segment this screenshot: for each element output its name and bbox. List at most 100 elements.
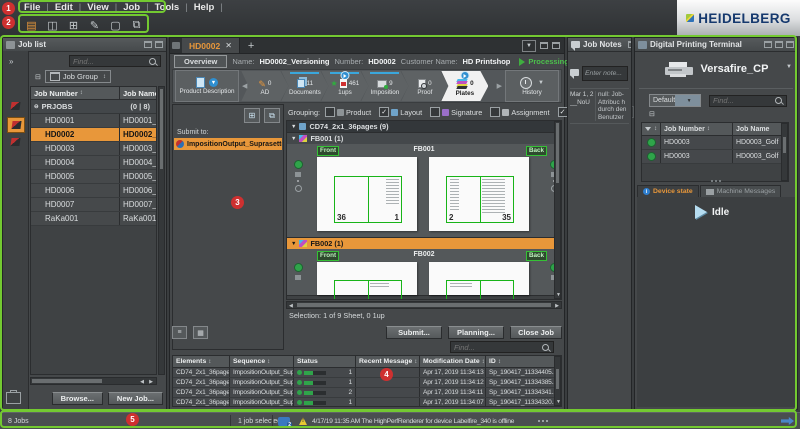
filter-flag-2-icon[interactable] bbox=[7, 117, 25, 133]
sheet-fb002-row[interactable]: ▼ FB002 (1) bbox=[287, 238, 561, 249]
grouping-option[interactable]: ✓ Signature bbox=[430, 107, 482, 117]
checkbox[interactable]: ✓ bbox=[558, 107, 568, 117]
result-row[interactable]: CD74_2x1_36pages -... ImpositionOutput_S… bbox=[173, 378, 561, 388]
submit-list-icon[interactable]: ⊞ bbox=[244, 108, 260, 123]
step-ad[interactable]: ✎ ★ 0 AD bbox=[241, 71, 288, 101]
result-row[interactable]: CD74_2x1_36pages -... ImpositionOutput_S… bbox=[173, 398, 561, 407]
zoom-icon[interactable] bbox=[295, 185, 302, 192]
search-icon[interactable] bbox=[542, 344, 549, 351]
col-job-number[interactable]: Job Number↕ bbox=[660, 123, 732, 135]
job-list-search-input[interactable] bbox=[70, 57, 148, 66]
dock-left-icon[interactable] bbox=[764, 41, 772, 48]
note-input[interactable]: Enter note... bbox=[582, 66, 628, 81]
archive-icon[interactable] bbox=[6, 392, 21, 404]
search-icon[interactable] bbox=[775, 97, 782, 104]
job-row[interactable]: HD0001 HD0001_ bbox=[31, 114, 156, 128]
sheet-fb001-row[interactable]: ▼ FB001 (1) bbox=[287, 133, 561, 144]
tab-hd0002[interactable]: HD0002✕ bbox=[182, 38, 240, 53]
step-documents[interactable]: ✎ ★ 11 Documents bbox=[281, 71, 328, 101]
menu-item[interactable]: Help bbox=[194, 2, 215, 13]
dock-right-icon[interactable] bbox=[155, 41, 163, 48]
agent-icon[interactable]: 2 bbox=[278, 417, 290, 426]
job-row[interactable]: HD0006 HD0006_ bbox=[31, 184, 156, 198]
col-job-name[interactable]: Job Name bbox=[119, 87, 156, 99]
pin-icon[interactable] bbox=[628, 41, 631, 48]
dpt-job-row[interactable]: HD0003 HD0003_Golf bbox=[642, 150, 788, 164]
col-modification-date[interactable]: Modification Date↕ bbox=[419, 356, 485, 367]
checkbox[interactable]: ✓ bbox=[379, 107, 389, 117]
dock-left-icon[interactable] bbox=[144, 41, 152, 48]
step-1ups[interactable]: ✎ ★ 461 1ups bbox=[321, 71, 368, 101]
tree-collapse-icon[interactable]: ⊟ bbox=[649, 110, 655, 118]
checkbox[interactable]: ✓ bbox=[490, 107, 500, 117]
view-grid-icon[interactable]: ▦ bbox=[193, 326, 208, 339]
submit-button[interactable]: Submit... bbox=[386, 326, 442, 339]
planning-button[interactable]: Planning... bbox=[448, 326, 504, 339]
page-report-icon[interactable]: ▢ bbox=[108, 18, 123, 33]
sheet-back-thumbnail[interactable]: 2 35 bbox=[429, 157, 529, 231]
float-window-icon[interactable] bbox=[786, 41, 794, 48]
submit-target-row[interactable]: ImpositionOutput_SuprasetterA105 bbox=[174, 138, 282, 150]
col-job-number[interactable]: Job Number↕ bbox=[31, 89, 119, 98]
dpt-search[interactable] bbox=[709, 95, 787, 107]
grouping-option[interactable]: ✓ Layout bbox=[379, 107, 422, 117]
result-row[interactable]: CD74_2x1_36pages -... ImpositionOutput_S… bbox=[173, 368, 561, 378]
view-list-icon[interactable]: ≡ bbox=[172, 326, 187, 339]
job-list-vscrollbar[interactable] bbox=[158, 86, 165, 375]
job-list-icon[interactable]: ▤ bbox=[24, 18, 39, 33]
tab-device-state[interactable]: i Device state bbox=[637, 185, 699, 197]
col-job-name[interactable]: Job Name bbox=[732, 123, 788, 135]
new-tab-icon[interactable]: + bbox=[242, 40, 260, 52]
job-row[interactable]: HD0005 HD0005_ bbox=[31, 170, 156, 184]
grouping-option[interactable]: ✓ Product bbox=[325, 107, 371, 117]
sheets-vscrollbar[interactable]: ▼ bbox=[554, 121, 561, 299]
job-row[interactable]: HD0007 HD0007_ bbox=[31, 198, 156, 212]
job-group-dropdown[interactable]: Job Group ↕ bbox=[45, 70, 111, 83]
checkbox[interactable]: ✓ bbox=[430, 107, 440, 117]
browse-button[interactable]: Browse... bbox=[52, 392, 103, 405]
results-vscrollbar[interactable]: ▼ bbox=[554, 356, 561, 406]
menu-item[interactable]: Tools bbox=[155, 2, 180, 13]
col-elements[interactable]: Elements↕ bbox=[173, 356, 229, 367]
grouping-option[interactable]: ✓ Assignment bbox=[490, 107, 549, 117]
tab-list-chevron-icon[interactable]: ▼ bbox=[522, 40, 536, 52]
add-note-icon[interactable] bbox=[570, 69, 579, 76]
results-search[interactable] bbox=[450, 341, 554, 353]
tab-machine-messages[interactable]: Machine Messages bbox=[700, 185, 782, 197]
float-window-icon[interactable] bbox=[552, 42, 560, 49]
job-overview-icon[interactable]: ◫ bbox=[45, 18, 60, 33]
dpt-job-row[interactable]: HD0003 HD0003_Golf bbox=[642, 136, 788, 150]
col-sequence[interactable]: Sequence↕ bbox=[229, 356, 293, 367]
result-row[interactable]: CD74_2x1_36pages -... ImpositionOutput_S… bbox=[173, 388, 561, 398]
menu-item[interactable]: File bbox=[24, 2, 40, 13]
search-icon[interactable] bbox=[149, 58, 156, 65]
job-row[interactable]: HD0003 HD0003_ bbox=[31, 142, 156, 156]
proof-device-icon[interactable] bbox=[295, 172, 301, 177]
edit-job-icon[interactable]: ✎ bbox=[87, 18, 102, 33]
expand-strip-icon[interactable]: » bbox=[9, 57, 13, 66]
close-tab-icon[interactable]: ✕ bbox=[225, 41, 232, 50]
menu-item[interactable]: Job bbox=[123, 2, 140, 13]
step-imposition[interactable]: ✎ ★ 9 Imposition bbox=[361, 71, 408, 101]
checkbox[interactable]: ✓ bbox=[325, 107, 335, 117]
filter-flag-3-icon[interactable] bbox=[7, 135, 23, 149]
note-entry[interactable]: Mar 1, 2__NoU null: Job-Attribuc h durch… bbox=[570, 88, 629, 124]
step-product-description[interactable]: ▼ Product Description bbox=[175, 70, 239, 102]
col-recent-message[interactable]: Recent Message↕ bbox=[355, 356, 419, 367]
job-row[interactable]: HD0004 HD0004_ bbox=[31, 156, 156, 170]
send-printer-icon[interactable] bbox=[781, 417, 794, 425]
menu-item[interactable]: View bbox=[87, 2, 108, 13]
job-list-hscrollbar[interactable]: ◀▶ bbox=[30, 377, 157, 385]
submit-sequence-icon[interactable]: ⧉ bbox=[264, 108, 280, 123]
col-filter[interactable]: ↕ bbox=[642, 123, 660, 135]
step-history[interactable]: ▼ History bbox=[505, 70, 559, 102]
job-group-header-row[interactable]: ⊖PRJOBS (0 | 8) bbox=[31, 100, 156, 114]
job-row[interactable]: RaKa001 RaKa001 bbox=[31, 212, 156, 226]
step-plates[interactable]: ✎ ★ 0 Plates bbox=[441, 71, 488, 101]
sheet-back-thumbnail[interactable] bbox=[429, 262, 529, 295]
printer-queue-icon[interactable]: ⊞ bbox=[66, 18, 81, 33]
job-list-search[interactable] bbox=[69, 55, 161, 67]
col-status[interactable]: Status bbox=[293, 356, 355, 367]
new-job-button[interactable]: New Job... bbox=[108, 392, 163, 405]
select-caret-icon[interactable]: ▼ bbox=[675, 95, 700, 106]
